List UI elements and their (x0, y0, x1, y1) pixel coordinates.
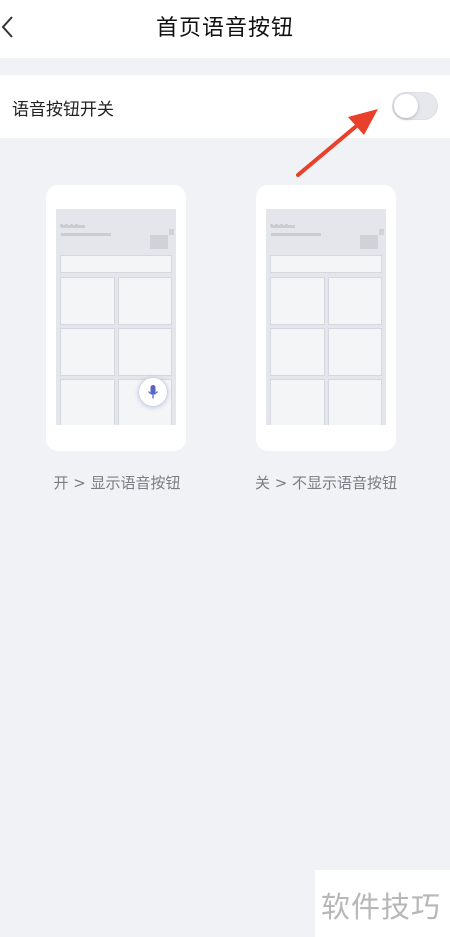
preview-grid (270, 277, 382, 425)
caption-on: 开 > 显示语音按钮 (53, 474, 181, 492)
watermark: 软件技巧 (315, 870, 450, 937)
page-title: 首页语音按钮 (155, 16, 294, 41)
mic-icon (138, 377, 168, 407)
status-bar (270, 212, 382, 227)
setting-label: 语音按钮开关 (12, 100, 114, 120)
phone-screen (266, 209, 386, 425)
caption-off: 关 > 不显示语音按钮 (254, 474, 398, 492)
preview-search-bar (270, 255, 382, 273)
phone-preview-off (256, 185, 396, 451)
header-bar: 首页语音按钮 (0, 0, 450, 58)
status-bar (60, 212, 172, 227)
watermark-text: 软件技巧 (321, 890, 442, 924)
toggle-knob (394, 94, 418, 118)
preview-search-bar (60, 255, 172, 273)
voice-button-toggle[interactable] (392, 92, 438, 120)
phone-preview-on (46, 185, 186, 451)
annotation-arrow-icon (296, 109, 378, 177)
